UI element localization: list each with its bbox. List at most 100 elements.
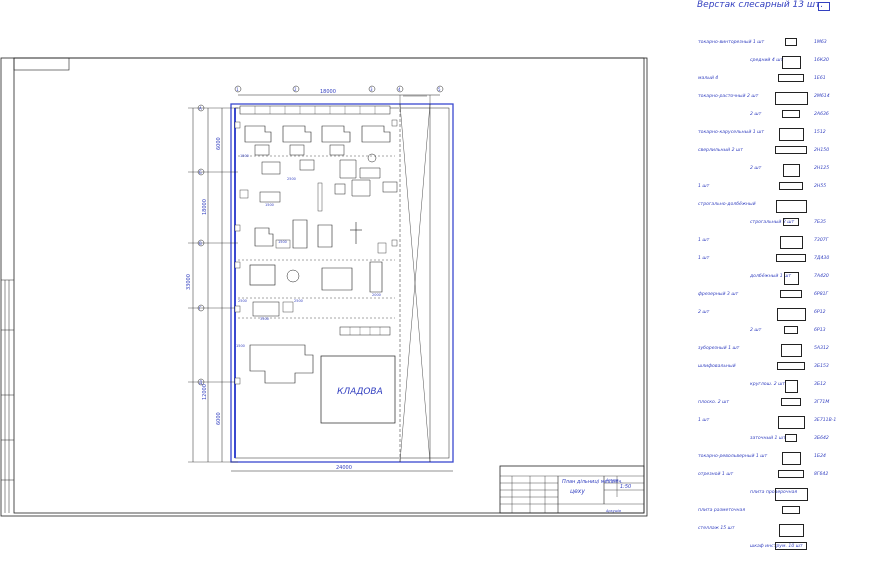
legend-item: строгально-долбёжный: [690, 200, 876, 218]
machine-icon: [782, 506, 800, 514]
legend-item-name: фрезерный 3 шт: [698, 292, 739, 297]
machine-icon: [779, 182, 803, 190]
legend-item: отрезной 1 шт 8Г642: [690, 470, 876, 488]
legend-header: Верстак слесарный 13 шт.: [697, 0, 824, 10]
marker-3: 3: [370, 87, 373, 92]
legend-item-name: токарно-винторезный 1 шт: [698, 40, 765, 45]
marker-1: 1: [236, 87, 239, 92]
legend-item: 1 шт 7307Г: [690, 236, 876, 254]
legend-item: 1 шт 2Н55: [690, 182, 876, 200]
legend-item: 2 шт 2Н125: [690, 164, 876, 182]
legend-item-name: шлифовальный: [698, 364, 736, 369]
marker-d: Д: [199, 380, 202, 385]
marker-g: Г: [199, 306, 202, 311]
machine-icon: [779, 236, 803, 249]
legend-item-name: круглош. 2 шт: [750, 382, 785, 387]
inner-dim: 2000: [372, 293, 381, 297]
legend-item-model: 7А420: [814, 274, 829, 279]
legend-item: шкаф инструм. 10 шт: [690, 542, 876, 560]
machine-icon: [781, 56, 801, 69]
inner-dim: 1500: [236, 344, 245, 348]
machine-icon: [775, 200, 807, 213]
legend-item-name: 1 шт: [698, 238, 710, 243]
machine-icon: [776, 254, 806, 262]
legend-item: малый 4 1Е61: [690, 74, 876, 92]
machine-icon: [781, 398, 801, 406]
legend-item-model: 6Р81Г: [814, 292, 829, 297]
legend-item: плита разметочная: [690, 506, 876, 524]
legend-item-name: зуборезный 1 шт: [698, 346, 740, 351]
legend-item: 2 шт 6Р12: [690, 308, 876, 326]
machine-icon: [780, 344, 802, 357]
legend-item-name: сверлильный 2 шт: [698, 148, 743, 153]
machine-icon: [778, 74, 804, 82]
legend-item-name: 1 шт: [698, 184, 710, 189]
inner-dim: 1500: [240, 154, 249, 158]
legend-item: токарно-карусельный 1 шт 1512: [690, 128, 876, 146]
title-block-scale: 1:50: [620, 484, 631, 490]
inner-dim: 2500: [238, 299, 247, 303]
machine-icon: [782, 164, 800, 177]
legend-item-name: токарно-револьверный 1 шт: [698, 454, 768, 459]
legend-item-name: строгально-долбёжный: [698, 202, 756, 207]
legend-item: 2 шт 6Р13: [690, 326, 876, 344]
legend-item-model: 6Р13: [814, 328, 826, 333]
storeroom-label: КЛАДОВА: [337, 387, 383, 397]
legend-item: плита проверочная: [690, 488, 876, 506]
legend-item-model: 5А312: [814, 346, 829, 351]
inner-dim: 2500: [287, 177, 296, 181]
legend-item-model: 3Б642: [814, 436, 829, 441]
legend-item-name: 2 шт: [698, 310, 710, 315]
legend-item-name: токарно-расточный 2 шт: [698, 94, 759, 99]
dim-side-3: 6000: [216, 137, 222, 150]
legend-item: фрезерный 3 шт 6Р81Г: [690, 290, 876, 308]
legend-item-model: 1Б24: [814, 454, 826, 459]
legend-item: токарно-винторезный 1 шт 1М63: [690, 38, 876, 56]
legend-item-model: 1Е61: [814, 76, 826, 81]
legend-item-name: токарно-карусельный 1 шт: [698, 130, 765, 135]
machine-icon: [783, 218, 799, 226]
legend-item-name: заточный 1 шт: [750, 436, 786, 441]
machine-icon: [774, 92, 808, 105]
dim-top: 18000: [320, 89, 336, 95]
marker-b: Б: [199, 170, 202, 175]
legend-header-icon: [818, 2, 830, 11]
title-block-sheet: Аркуш: [605, 478, 619, 482]
machine-icon: [783, 272, 799, 285]
machine-icon: [780, 290, 802, 298]
legend-item-model: 2Н55: [814, 184, 827, 189]
legend-item-name: 2 шт: [750, 328, 762, 333]
title-block: План дільниці механіч. цеху 1:50 Аркушів…: [499, 465, 645, 514]
title-block-sheets: Аркушів: [605, 509, 621, 513]
inner-dim: 1500: [265, 203, 274, 207]
dim-side-1: 18000: [202, 199, 208, 215]
marker-v: В: [199, 241, 202, 246]
legend-item-model: 7307Г: [814, 238, 829, 243]
marker-5: 5: [438, 87, 441, 92]
inner-dim: 3500: [260, 317, 269, 321]
legend-item: заточный 1 шт 3Б642: [690, 434, 876, 452]
legend-item: долбёжный 1 шт 7А420: [690, 272, 876, 290]
legend-item-name: 2 шт: [750, 166, 762, 171]
legend-item-model: 7Д430: [814, 256, 830, 261]
machine-icon: [777, 416, 805, 429]
legend-item-name: плита разметочная: [698, 508, 746, 513]
legend-item-model: 3Б153: [814, 364, 829, 369]
dim-side-4: 6000: [216, 412, 222, 425]
legend-item: средний 4 шт 16К20: [690, 56, 876, 74]
legend-item-model: 2Н150: [814, 148, 830, 153]
marker-4: 4: [398, 87, 401, 92]
legend-item-model: 3Б12: [814, 382, 826, 387]
marker-2: 2: [294, 87, 297, 92]
machine-icon: [784, 380, 798, 393]
legend-item-model: 1М63: [814, 40, 827, 45]
legend-item-model: 3Г71М: [814, 400, 830, 405]
machine-icon: [778, 470, 804, 478]
legend-item: токарно-расточный 2 шт 2М614: [690, 92, 876, 110]
machine-icon: [778, 128, 804, 141]
inner-dim: 2500: [294, 299, 303, 303]
legend-item-model: 3Е711В-1: [814, 418, 837, 423]
legend-item-model: 7Б35: [814, 220, 826, 225]
machine-icon: [782, 110, 800, 118]
legend-item-name: отрезной 1 шт: [698, 472, 734, 477]
